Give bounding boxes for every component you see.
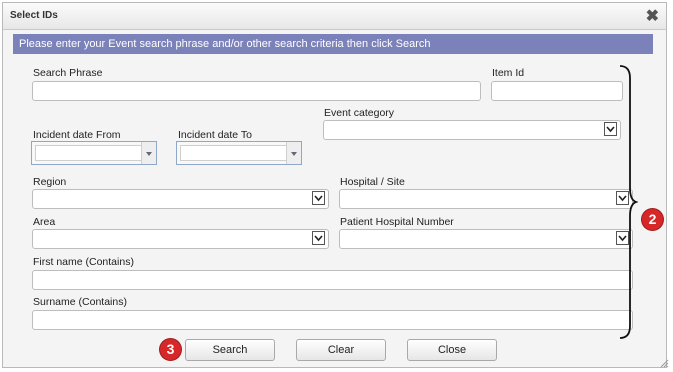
calendar-dropdown-icon[interactable] xyxy=(141,142,156,164)
chevron-down-icon[interactable] xyxy=(312,191,325,205)
surname-label: Surname (Contains) xyxy=(33,296,127,308)
incident-date-from-label: Incident date From xyxy=(33,129,121,141)
event-category-select[interactable] xyxy=(323,120,621,140)
patient-hospital-number-label: Patient Hospital Number xyxy=(340,216,454,228)
dialog-title: Select IDs xyxy=(10,10,58,21)
patient-hospital-number-select[interactable] xyxy=(339,229,633,249)
step-3-badge: 3 xyxy=(160,339,181,360)
dialog-titlebar: Select IDs ✖ xyxy=(3,3,666,30)
hospital-site-label: Hospital / Site xyxy=(340,176,405,188)
resize-grip-icon[interactable] xyxy=(660,359,669,368)
area-select[interactable] xyxy=(32,229,329,249)
close-button[interactable]: Close xyxy=(407,339,497,361)
first-name-input[interactable] xyxy=(32,270,633,290)
chevron-down-icon[interactable] xyxy=(604,122,617,136)
search-phrase-input[interactable] xyxy=(32,81,481,101)
search-phrase-label: Search Phrase xyxy=(33,67,103,79)
surname-input[interactable] xyxy=(32,310,633,330)
incident-date-to-field[interactable] xyxy=(176,141,302,165)
item-id-label: Item Id xyxy=(492,67,525,79)
area-label: Area xyxy=(33,216,56,228)
curly-brace-annotation xyxy=(619,65,638,339)
region-label: Region xyxy=(33,176,67,188)
item-id-input[interactable] xyxy=(491,81,623,101)
first-name-label: First name (Contains) xyxy=(33,256,134,268)
region-select[interactable] xyxy=(32,189,329,209)
clear-button[interactable]: Clear xyxy=(296,339,386,361)
incident-date-to-input[interactable] xyxy=(180,145,287,161)
search-button[interactable]: Search xyxy=(185,339,275,361)
calendar-dropdown-icon[interactable] xyxy=(286,142,301,164)
chevron-down-icon[interactable] xyxy=(312,231,325,245)
incident-date-from-field[interactable] xyxy=(31,141,157,165)
incident-date-from-input[interactable] xyxy=(35,145,142,161)
hospital-site-select[interactable] xyxy=(339,189,633,209)
step-2-badge: 2 xyxy=(642,209,663,230)
incident-date-to-label: Incident date To xyxy=(178,129,252,141)
event-category-label: Event category xyxy=(324,107,395,119)
instruction-banner: Please enter your Event search phrase an… xyxy=(13,34,653,54)
close-icon[interactable]: ✖ xyxy=(646,6,659,26)
